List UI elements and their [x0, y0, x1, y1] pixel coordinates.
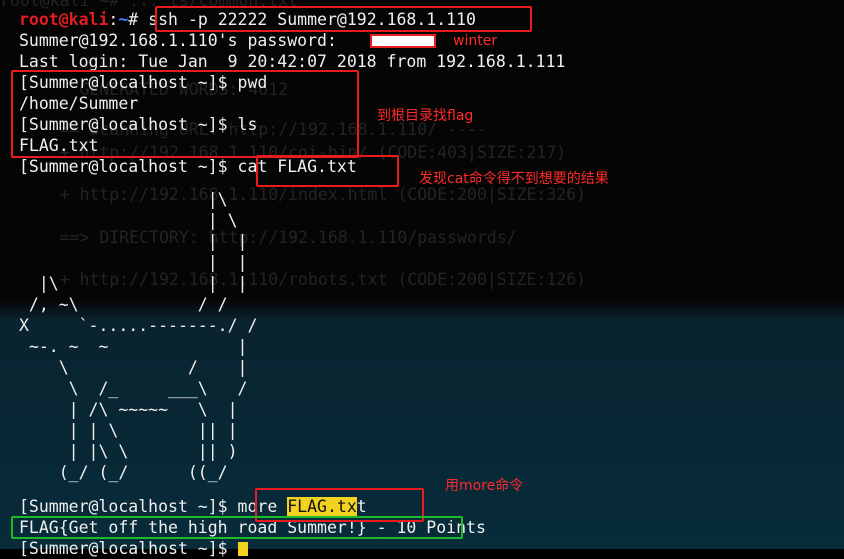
password-annotation: winter	[453, 33, 498, 49]
flag-output-box	[11, 516, 463, 539]
cat-command-box	[256, 155, 399, 187]
use-more-annotation: 用more命令	[445, 478, 524, 494]
root-prompt-sep: :	[108, 10, 119, 29]
cursor	[237, 542, 248, 556]
root-prompt-user: root@kali	[19, 10, 109, 29]
shell-prompt: [Summer@localhost ~]$	[19, 497, 238, 516]
last-login-line: Last login: Tue Jan 9 20:42:07 2018 from…	[19, 52, 566, 71]
find-flag-annotation: 到根目录找flag	[377, 108, 474, 124]
root-prompt-path: ~	[118, 10, 129, 29]
root-prompt-end: #	[128, 10, 149, 29]
shell-prompt: [Summer@localhost ~]$	[19, 157, 238, 176]
cat-fail-annotation: 发现cat命令得不到想要的结果	[419, 171, 609, 187]
ssh-command-box	[155, 6, 532, 32]
pwd-ls-box	[11, 70, 359, 158]
password-prompt: Summer@192.168.1.110's password:	[19, 31, 337, 50]
password-redaction	[370, 34, 436, 48]
ascii-art-cat: |\ | \ | | | | |\ | | /, ~\ / / X `-....…	[19, 190, 258, 482]
